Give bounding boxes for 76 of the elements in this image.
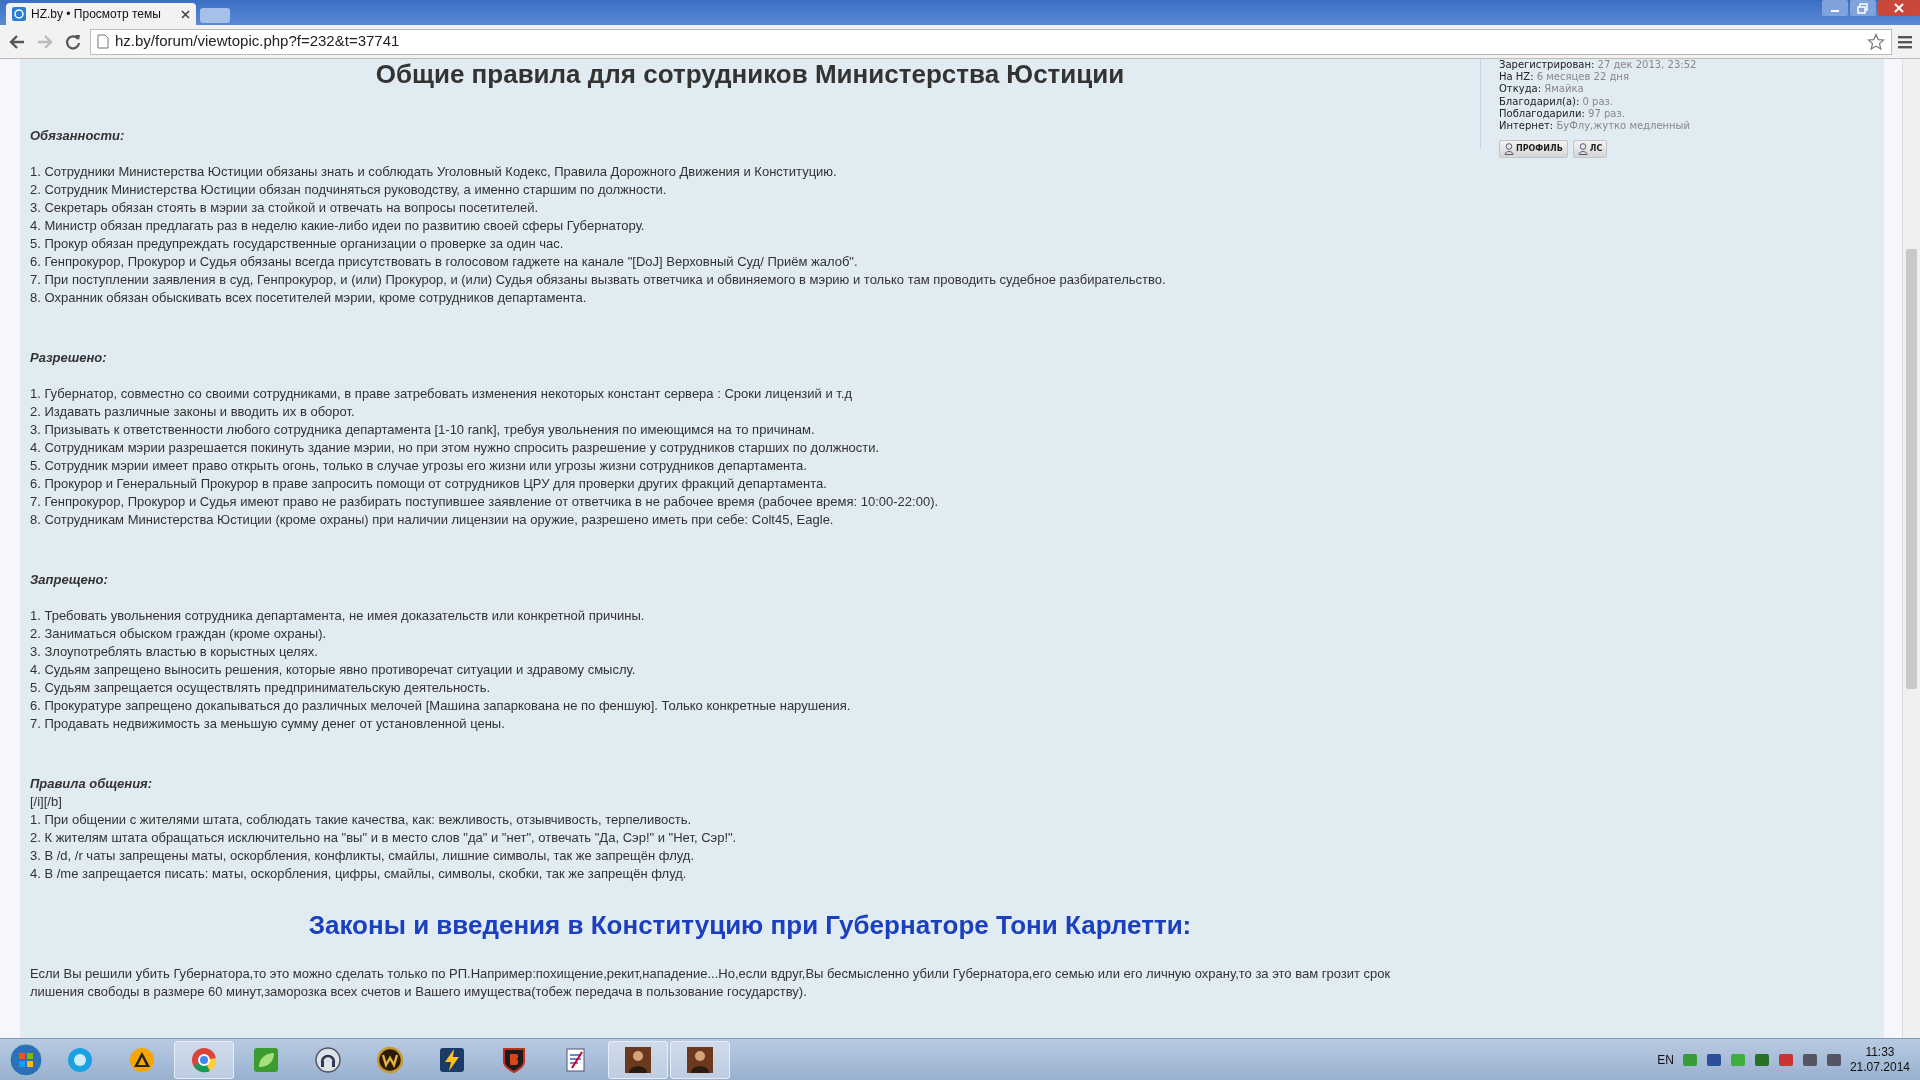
rule-text: 3. Секретарь обязан стоять в мэрии за стойкой и отвечать на вопросы посетителей. bbox=[30, 199, 540, 217]
profile-button[interactable]: ЛС bbox=[1572, 140, 1608, 159]
menu-icon[interactable] bbox=[1898, 33, 1914, 50]
rule-text: 4. Судьям запрещено выносить решения, которые явно противоречат ситуации и здравому смыслу. bbox=[30, 661, 637, 679]
taskbar-button[interactable] bbox=[670, 1040, 730, 1079]
minimize-icon[interactable] bbox=[1822, 0, 1848, 16]
profile-field: На HZ: 6 месяцев 22 дня bbox=[1499, 71, 1697, 84]
headset-icon bbox=[314, 1045, 342, 1074]
figure-icon bbox=[624, 1045, 652, 1074]
rule-text: 1. Требовать увольнения сотрудника департамента, не имея доказательств или конкретной причины. bbox=[30, 607, 646, 625]
tab-title: HZ.by • Просмотр темы bbox=[31, 6, 162, 23]
rule-text: 4. Сотрудникам мэрии разрешается покинуть здание мэрии, но при этом нужно спросить разрешение у сотрудников старших по должности. bbox=[30, 439, 881, 457]
profile-field: Интернет: БуФлу,жутко медленный bbox=[1499, 120, 1697, 133]
browser-tab[interactable]: HZ.by • Просмотр темы bbox=[6, 3, 196, 25]
rule-text: 5. Судьям запрещается осуществлять предпринимательскую деятельность. bbox=[30, 679, 492, 697]
rule-text: 8. Охранник обязан обыскивать всех посетителей мэрии, кроме сотрудников департамента. bbox=[30, 289, 588, 307]
rule-text: 7. При поступлении заявления в суд, Генпрокурор, и (или) Прокурор, и (или) Судья обязаны вызвать ответчика и обвиняемого в мэрию и только там проводить судебное разбирательство. bbox=[30, 271, 1167, 289]
user-icon bbox=[1577, 143, 1588, 156]
profile-field: Благодарил(а): 0 раз. bbox=[1499, 95, 1697, 108]
tray-icon[interactable] bbox=[1705, 1051, 1722, 1068]
section-heading: Запрещено: bbox=[30, 571, 109, 589]
tray-icon[interactable] bbox=[1801, 1051, 1818, 1068]
rule-text: 5. Сотрудник мэрии имеет право открыть огонь, только в случае угрозы его жизни или угрозы жизни сотрудников департамента. bbox=[30, 457, 808, 475]
rule-text: 5. Прокур обязан предупреждать государственные организации о проверке за один час. bbox=[30, 235, 565, 253]
rule-text: 3. В /d, /r чаты запрещены маты, оскорбления, конфликты, смайлы, лишние символы, так же запрещён флуд. bbox=[30, 847, 695, 865]
rule-text: 2. Заниматься обыском граждан (кроме охраны). bbox=[30, 625, 328, 643]
profile-field: Зарегистрирован: 27 дек 2013, 23:52 bbox=[1499, 59, 1697, 72]
rule-text: 2. Сотрудник Министерства Юстиции обязан подчиняться руководству, а именно старшим по должности. bbox=[30, 181, 668, 199]
tray-icon[interactable] bbox=[1825, 1051, 1842, 1068]
browser-icon bbox=[190, 1045, 218, 1074]
address-bar[interactable]: hz.by/forum/viewtopic.php?f=232&t=37741 bbox=[90, 28, 1892, 55]
section-title: Законы и введения в Конституцию при Губернаторе Тони Карлетти: bbox=[307, 909, 1193, 942]
rule-text: 1. При общении с жителями штата, соблюдать такие качества, как: вежливость, отзывчивость, терпеливость. bbox=[30, 811, 693, 829]
shield-icon bbox=[500, 1045, 528, 1074]
clock-date: 21.07.2014 bbox=[1849, 1059, 1910, 1075]
section-heading: Правила общения: bbox=[30, 775, 154, 793]
user-icon bbox=[1504, 143, 1514, 156]
emblem-icon bbox=[376, 1045, 404, 1074]
rule-text: 2. К жителям штата обращаться исключительно на "вы" и в место слов "да" и "нет", отвечать "Да, Сэр!" и "Нет, Сэр!". bbox=[30, 829, 738, 847]
star-icon[interactable] bbox=[1867, 32, 1885, 51]
page-icon bbox=[97, 34, 109, 49]
restore-icon[interactable] bbox=[1850, 0, 1876, 16]
clock-time: 11:33 bbox=[1864, 1044, 1896, 1060]
address-text: hz.by/forum/viewtopic.php?f=232&t=37741 bbox=[115, 31, 401, 52]
rule-text: 1. Губернатор, совместно со своими сотрудниками, в праве затребовать изменения некоторых констант сервера : Сроки лицензий и т.д bbox=[30, 385, 854, 403]
rule-text: 7. Генпрокурор, Прокурор и Судья имеют право не разбирать поступившее заявление от ответчика в не рабочее время (рабочее время: 10:00-22:00). bbox=[30, 493, 940, 511]
rule-text: 6. Прокурор и Генеральный Прокурор в праве запросить помощи от сотрудников ЦРУ для проверки других фракций департамента. bbox=[30, 475, 828, 493]
profile-field: Поблагодарили: 97 раз. bbox=[1499, 107, 1697, 120]
figure-icon bbox=[686, 1045, 714, 1074]
tray-icon[interactable] bbox=[1777, 1051, 1794, 1068]
close-icon[interactable] bbox=[181, 9, 190, 19]
section-heading: Разрешено: bbox=[30, 349, 108, 367]
paragraph-text: Если Вы решили убить Губернатора,то это можно сделать только по РП.Например:похищение,рекит,нападение...Но,если вдруг,Вы бесмысленно убили Губернатора,его семью или его личную охрану,то за это вам грозит срок лишения свободы в размере 60 минут,заморозка всех счетов и Вашего имущества(тобеж передача в пользование государству). bbox=[30, 965, 1392, 1001]
close-icon[interactable] bbox=[1878, 0, 1920, 16]
rule-text: 6. Генпрокурор, Прокурор и Судья обязаны всегда присутствовать в голосовом гаджете на канале "[DoJ] Верховный Суд/ Приём жалоб". bbox=[30, 253, 859, 271]
profile-field: Откуда: Ямайка bbox=[1499, 83, 1697, 96]
language-indicator[interactable]: EN bbox=[1657, 1050, 1674, 1069]
rule-text: 2. Издавать различные законы и вводить их в оборот. bbox=[30, 403, 356, 421]
bbcode-text: [/i][/b] bbox=[30, 793, 63, 811]
rule-text: 4. В /me запрещается писать: маты, оскорбления, цифры, смайлы, символы, скобки, так же запрещён флуд. bbox=[30, 865, 688, 883]
lightning-icon bbox=[438, 1045, 466, 1074]
post-title: Общие правила для сотрудников Министерства Юстиции bbox=[374, 59, 1126, 89]
scrollbar-thumb[interactable] bbox=[1906, 249, 1917, 689]
section-heading: Обязанности: bbox=[30, 127, 126, 145]
rule-text: 8. Сотрудникам Министерства Юстиции (кроме охраны) при наличии лицензии на оружие, разрешено иметь при себе: Colt45, Eagle. bbox=[30, 511, 835, 529]
leaf-icon bbox=[252, 1045, 280, 1074]
rule-text: 3. Злоупотреблять властью в корыстных целях. bbox=[30, 643, 319, 661]
site-icon bbox=[12, 7, 26, 21]
rule-text: 4. Министр обязан предлагать раз в неделю какие-либо идеи по развитию своей сферы Губернатору. bbox=[30, 217, 646, 235]
tray-icon[interactable] bbox=[1753, 1051, 1770, 1068]
rule-text: 3. Призывать к ответственности любого сотрудника департамента [1-10 rank], требуя увольнения по имеющимся на то причинам. bbox=[30, 421, 816, 439]
taskbar-button[interactable] bbox=[608, 1040, 668, 1079]
rule-text: 6. Прокуратуре запрещено докапываться до различных мелочей [Машина запаркована не по феншую]. Только конкретные нарушения. bbox=[30, 697, 852, 715]
profile-button[interactable]: ПРОФИЛЬ bbox=[1499, 140, 1568, 159]
rule-text: 1. Сотрудники Министерства Юстиции обязаны знать и соблюдать Уголовный Кодекс, Правила Дорожного Движения и Конституцию. bbox=[30, 163, 838, 181]
rule-text: 7. Продавать недвижимость за меньшую сумму денег от установленной цены. bbox=[30, 715, 506, 733]
